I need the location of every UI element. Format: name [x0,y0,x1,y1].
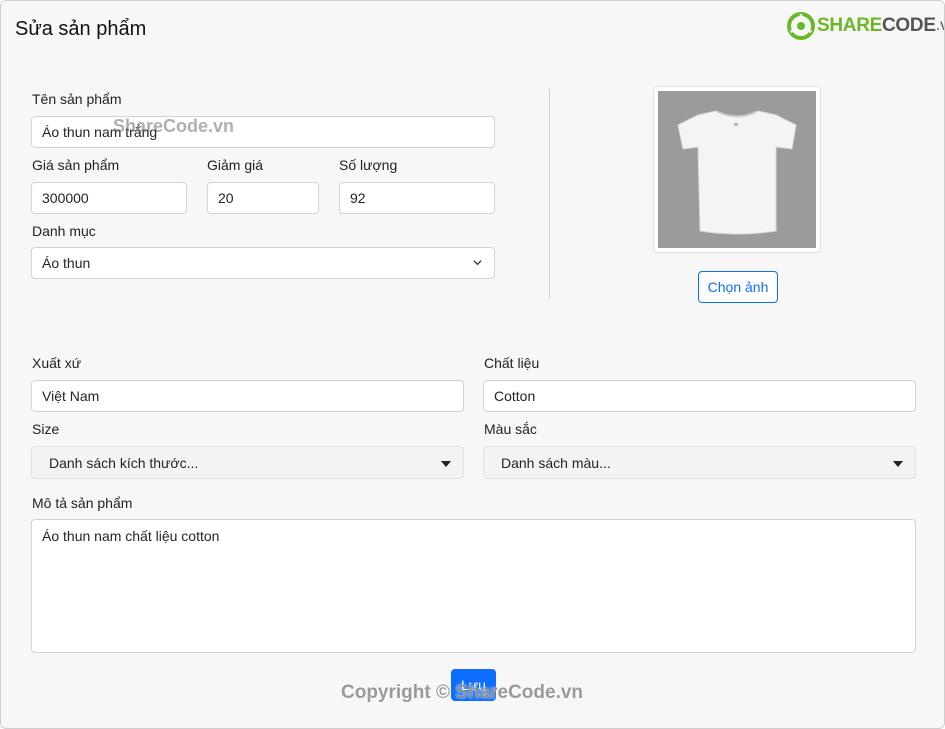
material-input[interactable]: Cotton [483,380,916,412]
discount-label: Giảm giá [207,157,264,173]
category-select-value: Áo thun [42,255,91,271]
product-image [658,91,816,248]
caret-down-icon [441,461,451,467]
origin-input[interactable]: Việt Nam [31,380,464,412]
category-label: Danh mục [32,223,96,239]
product-name-input[interactable]: Áo thun nam trắng [31,116,495,148]
price-label: Giá sản phẩm [32,157,120,173]
save-button[interactable]: Lưu [451,669,496,701]
choose-image-button[interactable]: Chọn ảnh [698,271,778,303]
category-select[interactable]: Áo thun [31,247,495,279]
color-select[interactable]: Danh sách màu... [483,446,916,479]
size-label: Size [32,421,60,437]
caret-down-icon [893,461,903,467]
origin-label: Xuất xứ [32,355,82,371]
vertical-divider [549,89,550,299]
size-select[interactable]: Danh sách kích thước... [31,446,464,479]
logo-text-share: SHARE [817,15,883,36]
logo-text-domain: .vn [935,17,944,34]
quantity-label: Số lượng [339,157,398,173]
chevron-down-icon [473,260,482,266]
edit-product-modal: Sửa sản phẩm SHARE CODE .vn Tên sản phẩm… [0,0,945,729]
quantity-input[interactable]: 92 [339,182,495,214]
size-select-value: Danh sách kích thước... [49,454,199,471]
t-shirt-photo-icon [677,110,797,235]
color-label: Màu sắc [484,421,537,437]
product-name-label: Tên sản phẩm [32,91,122,107]
logo-text-code: CODE [882,15,936,36]
sharecode-logo: SHARE CODE .vn [787,12,944,40]
discount-input[interactable]: 20 [207,182,319,214]
sharecode-logo-icon [787,12,815,40]
description-textarea[interactable]: Áo thun nam chất liệu cotton [31,519,916,653]
material-label: Chất liệu [484,355,540,371]
product-image-frame [653,86,821,253]
price-input[interactable]: 300000 [31,182,187,214]
color-select-value: Danh sách màu... [501,454,611,471]
description-label: Mô tả sản phẩm [32,495,133,511]
modal-title: Sửa sản phẩm [15,18,147,40]
